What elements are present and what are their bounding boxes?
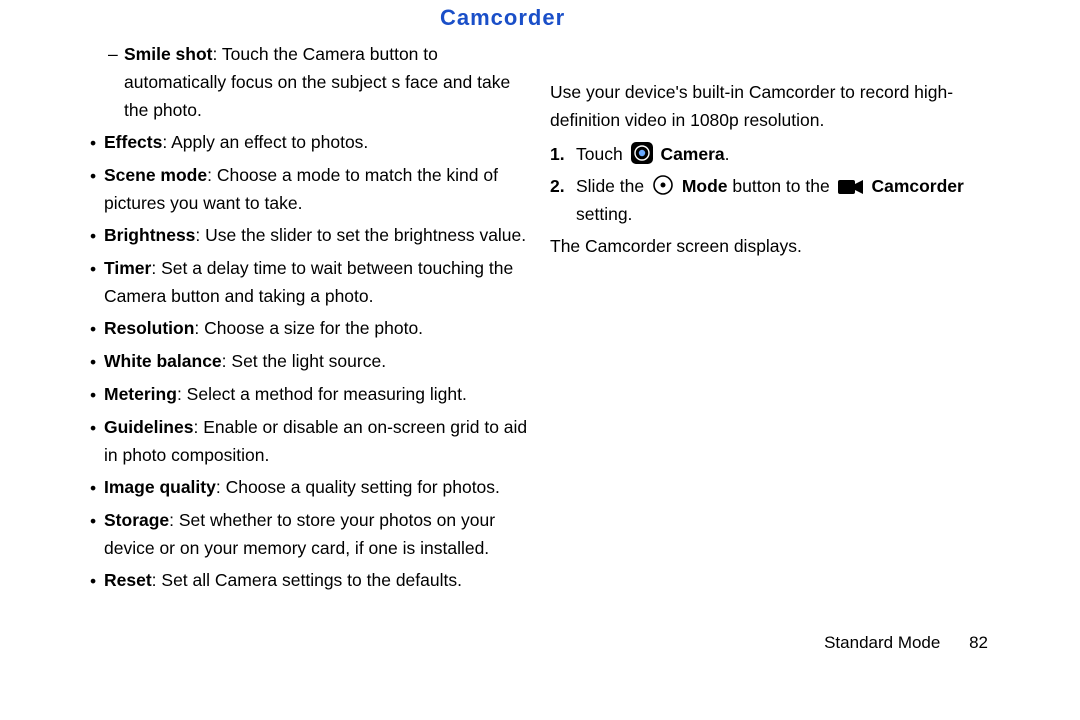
camcorder-icon [838, 178, 864, 196]
scene-mode-text: Scene mode: Choose a mode to match the k… [104, 161, 530, 217]
bullet-scene-mode: • Scene mode: Choose a mode to match the… [80, 161, 530, 217]
bullet-icon: • [90, 128, 104, 157]
bullet-brightness: • Brightness: Use the slider to set the … [80, 221, 530, 250]
bullet-icon: • [90, 254, 104, 283]
step-1: 1. Touch Camera. [550, 140, 1000, 168]
metering-text: Metering: Select a method for measuring … [104, 380, 467, 408]
bullet-icon: • [90, 473, 104, 502]
storage-text: Storage: Set whether to store your photo… [104, 506, 530, 562]
bullet-reset: • Reset: Set all Camera settings to the … [80, 566, 530, 595]
bullet-image-quality: • Image quality: Choose a quality settin… [80, 473, 530, 502]
dash-icon: – [108, 40, 124, 68]
brightness-text: Brightness: Use the slider to set the br… [104, 221, 526, 249]
bullet-resolution: • Resolution: Choose a size for the phot… [80, 314, 530, 343]
bullet-guidelines: • Guidelines: Enable or disable an on-sc… [80, 413, 530, 469]
effects-text: Effects: Apply an effect to photos. [104, 128, 368, 156]
white-balance-text: White balance: Set the light source. [104, 347, 386, 375]
bullet-icon: • [90, 347, 104, 376]
section-heading-camcorder: Camcorder [440, 0, 565, 35]
bullet-icon: • [90, 161, 104, 190]
bullet-icon: • [90, 314, 104, 343]
page-footer: Standard Mode 82 [824, 629, 988, 656]
reset-text: Reset: Set all Camera settings to the de… [104, 566, 462, 594]
left-column: – Smile shot: Touch the Camera button to… [80, 40, 530, 599]
camera-app-icon [631, 142, 653, 164]
mode-dial-icon [652, 174, 674, 196]
bullet-white-balance: • White balance: Set the light source. [80, 347, 530, 376]
guidelines-text: Guidelines: Enable or disable an on-scre… [104, 413, 530, 469]
bullet-icon: • [90, 506, 104, 535]
step-2: 2. Slide the Mode button to the Camcorde… [550, 172, 1000, 228]
bullet-metering: • Metering: Select a method for measurin… [80, 380, 530, 409]
timer-text: Timer: Set a delay time to wait between … [104, 254, 530, 310]
sub-item-smile-shot: – Smile shot: Touch the Camera button to… [80, 40, 530, 124]
page-number: 82 [969, 633, 988, 652]
bullet-storage: • Storage: Set whether to store your pho… [80, 506, 530, 562]
step-1-text: Touch Camera. [576, 140, 730, 168]
bullet-timer: • Timer: Set a delay time to wait betwee… [80, 254, 530, 310]
step-2-text: Slide the Mode button to the Camcorder s… [576, 172, 1000, 228]
resolution-text: Resolution: Choose a size for the photo. [104, 314, 423, 342]
bullet-icon: • [90, 380, 104, 409]
bullet-effects: • Effects: Apply an effect to photos. [80, 128, 530, 157]
camcorder-intro: Use your device's built-in Camcorder to … [550, 78, 1000, 134]
step-number-1: 1. [550, 140, 576, 168]
bullet-icon: • [90, 566, 104, 595]
bullet-icon: • [90, 221, 104, 250]
step-number-2: 2. [550, 172, 576, 200]
right-column: Use your device's built-in Camcorder to … [550, 40, 1000, 599]
smile-shot-text: Smile shot: Touch the Camera button to a… [124, 40, 530, 124]
footer-section: Standard Mode [824, 633, 940, 652]
bullet-icon: • [90, 413, 104, 442]
image-quality-text: Image quality: Choose a quality setting … [104, 473, 500, 501]
camcorder-note: The Camcorder screen displays. [550, 232, 1000, 260]
